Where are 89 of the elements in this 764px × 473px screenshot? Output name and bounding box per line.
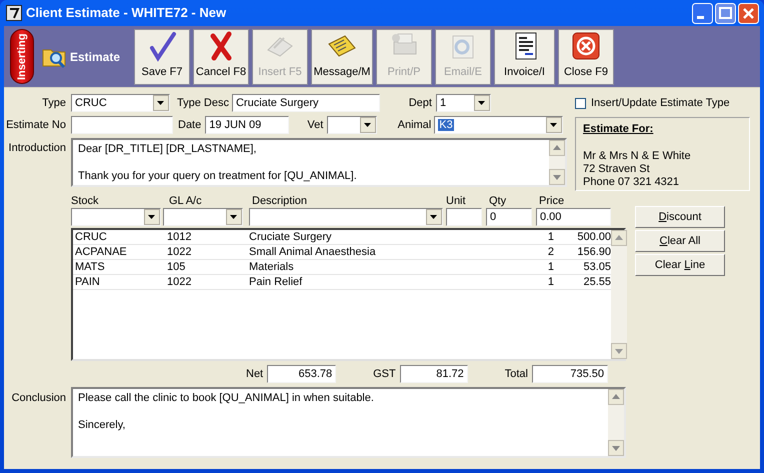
table-cell-text: Cruciate Surgery (249, 230, 333, 244)
scroll-up-button[interactable] (549, 140, 565, 156)
text-area[interactable]: Please call the clinic to book [QU_ANIMAL] in when suitable. Sincerely, (71, 387, 626, 458)
window-title: Client Estimate - WHITE72 - New (26, 4, 228, 22)
scroll-down-button[interactable] (611, 343, 627, 359)
text-field[interactable]: 735.50 (532, 365, 608, 383)
dropdown[interactable]: K3 (434, 116, 564, 134)
items-list[interactable]: CRUC 1012 Cruciate Surgery 1 500.00 ACPANAE 1022 Small Animal Anaesthesia 2 156.90 MATS 105 Materials 1 53.05 PAIN 1022 Pain Relief 1 25.55 (71, 228, 626, 361)
field-label: Date (178, 118, 202, 133)
field-label: Conclusion (10, 391, 66, 406)
close-icon (570, 30, 602, 62)
column-label: Qty (488, 194, 508, 208)
field-label: Introduction (8, 141, 66, 156)
text-field[interactable]: Cruciate Surgery (232, 94, 380, 112)
field-label: Type (41, 96, 66, 111)
table-cell-text: PAIN (75, 275, 101, 289)
text-field[interactable]: 81.72 (400, 365, 468, 383)
paragraph: Sincerely, (78, 418, 126, 432)
field-label: Net (246, 366, 264, 382)
column-label: Price (538, 194, 566, 208)
scroll-down-button[interactable] (608, 440, 624, 456)
table-cell-text: 25.55 (582, 275, 611, 289)
field-label: Type Desc (177, 96, 229, 111)
field-label: GST (373, 366, 396, 382)
address-line: 72 Straven St (583, 162, 651, 176)
table-cell-text: 2 (546, 245, 555, 259)
action-button[interactable]: Discount (635, 206, 725, 228)
toolbar-button[interactable]: Invoice/I (494, 28, 555, 84)
section-title: Estimate (70, 48, 122, 66)
dropdown[interactable] (71, 208, 161, 226)
text-field[interactable]: 0 (486, 208, 532, 226)
scroll-up-button[interactable] (608, 389, 624, 405)
text-area[interactable]: Dear [DR_TITLE] [DR_LASTNAME], Thank you for your query on treatment for [QU_ANIMAL]. (71, 138, 567, 187)
paragraph: Thank you for your query on treatment for [QU_ANIMAL]. (78, 169, 358, 183)
table-cell-text: MATS (75, 260, 106, 274)
table-cell-text: 1022 (167, 245, 192, 259)
paragraph: Please call the clinic to book [QU_ANIMAL] in when suitable. (78, 391, 375, 405)
address-line: Phone 07 321 4321 (583, 176, 680, 188)
checkbox-label: Insert/Update Estimate Type (591, 96, 730, 111)
dropdown[interactable] (163, 208, 243, 226)
table-cell-text: 1022 (167, 275, 192, 289)
dropdown[interactable] (327, 116, 378, 134)
app-icon (6, 5, 22, 21)
table-cell-text: 1 (546, 260, 555, 274)
field-label: Vet (306, 118, 324, 133)
address-line: Mr & Mrs N & E White (583, 150, 692, 162)
text-field[interactable] (446, 208, 482, 226)
toolbar-button[interactable]: Save F7 (134, 28, 190, 84)
table-cell-text: 156.90 (576, 245, 611, 259)
toolbar-button[interactable]: Close F9 (558, 28, 614, 84)
table-cell-text: CRUC (75, 230, 108, 244)
toolbar-button[interactable]: Message/M (311, 28, 373, 84)
mode-badge: Inserting (10, 29, 34, 84)
close-button[interactable] (738, 2, 759, 24)
table-cell-text: 1 (546, 230, 555, 244)
scroll-down-button[interactable] (549, 169, 565, 185)
action-button[interactable]: Clear All (635, 230, 725, 252)
column-label: GL A/c (168, 194, 203, 208)
panel-heading: Estimate For: (583, 122, 654, 137)
table-cell-text: 1 (546, 275, 555, 289)
paragraph: Dear [DR_TITLE] [DR_LASTNAME], (78, 142, 258, 156)
dropdown[interactable]: CRUC (71, 94, 170, 112)
field-label: Dept (408, 96, 432, 111)
table-cell-text: Pain Relief (249, 275, 304, 289)
field-label: Total (504, 366, 528, 382)
column-label: Stock (71, 194, 100, 208)
table-cell-text: Small Animal Anaesthesia (249, 245, 377, 259)
table-cell-text: 105 (167, 260, 186, 274)
dropdown[interactable] (249, 208, 443, 226)
minimize-button[interactable] (692, 2, 713, 24)
table-cell-text: 53.05 (582, 260, 611, 274)
table-cell-text: ACPANAE (75, 245, 128, 259)
table-cell-text: 1012 (167, 230, 192, 244)
field-label: Animal (396, 118, 432, 133)
maximize-button[interactable] (715, 2, 736, 24)
text-field[interactable]: 653.78 (267, 365, 336, 383)
field-label: Estimate No (5, 118, 66, 133)
checkbox[interactable] (575, 98, 586, 108)
dropdown[interactable]: 1 (436, 94, 491, 112)
toolbar-button[interactable]: Cancel F8 (193, 28, 249, 84)
text-field[interactable] (71, 116, 173, 134)
column-label: Description (251, 194, 308, 208)
column-label: Unit (446, 194, 467, 208)
table-cell-text: Materials (249, 260, 295, 274)
text-field[interactable]: 19 JUN 09 (205, 116, 290, 134)
text-field[interactable]: 0.00 (536, 208, 611, 226)
table-cell-text: 500.00 (576, 230, 611, 244)
action-button[interactable]: Clear Line (635, 254, 725, 276)
scroll-up-button[interactable] (611, 230, 627, 246)
